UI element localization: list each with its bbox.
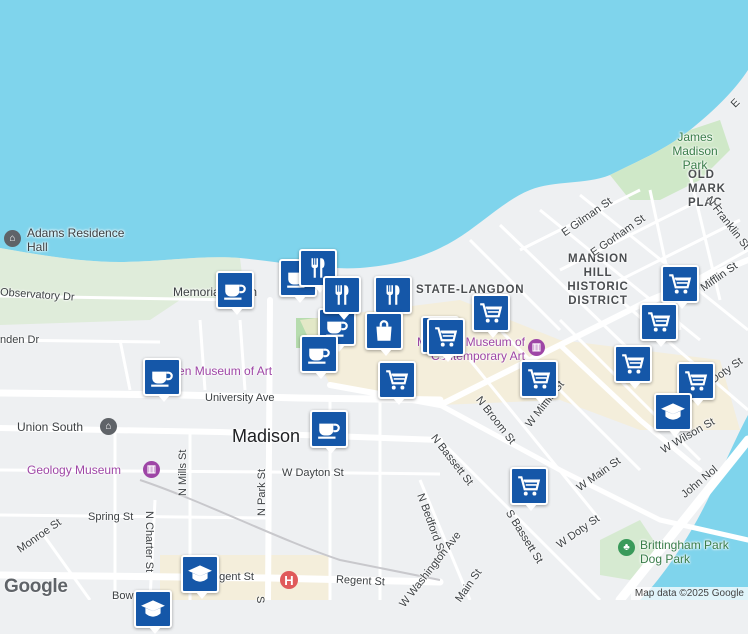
grocery-cart-marker[interactable]: [520, 360, 558, 404]
road-label-n-charter: N Charter St: [143, 511, 155, 573]
road-label-bowen: Bow: [112, 590, 134, 602]
cafe-marker[interactable]: [300, 335, 338, 379]
map-attribution[interactable]: Map data ©2025 Google: [630, 587, 748, 600]
school-marker[interactable]: [181, 555, 219, 599]
cafe-marker[interactable]: [143, 358, 181, 402]
grocery-cart-icon: [667, 271, 693, 297]
road-label-n-park: N Park St: [256, 468, 268, 516]
cafe-icon: [316, 416, 342, 442]
restaurant-marker[interactable]: [374, 276, 412, 320]
grocery-cart-icon: [646, 309, 672, 335]
road-label-regent: Regent St: [335, 573, 386, 589]
restaurant-icon: [329, 282, 355, 308]
road-label-university: University Ave: [205, 392, 275, 404]
school-marker[interactable]: [654, 393, 692, 437]
grocery-cart-marker[interactable]: [640, 303, 678, 347]
cafe-marker[interactable]: [216, 271, 254, 315]
shopping-bag-icon: [371, 318, 397, 344]
brittingham-park-label: Brittingham Park Dog Park: [640, 538, 729, 566]
grocery-cart-icon: [384, 367, 410, 393]
grocery-cart-marker[interactable]: [427, 318, 465, 362]
grocery-cart-marker[interactable]: [661, 265, 699, 309]
road-label-dayton: W Dayton St: [282, 467, 344, 479]
school-icon: [660, 399, 686, 425]
google-logo: Google: [4, 576, 68, 597]
union-south-label: Union South: [17, 420, 84, 434]
road-label-n-mills: N Mills St: [177, 449, 189, 496]
grocery-cart-icon: [620, 351, 646, 377]
road-label-regent-west: egent St: [213, 571, 254, 583]
road-label-spring: Spring St: [88, 511, 134, 523]
grocery-cart-marker[interactable]: [472, 294, 510, 338]
james-madison-park-label: James Madison Park: [672, 130, 718, 172]
geology-museum-label: Geology Museum: [27, 463, 122, 477]
adams-hall-label: Adams Residence Hall: [27, 226, 125, 254]
shopping-bag-marker[interactable]: [365, 312, 403, 356]
grocery-cart-icon: [526, 366, 552, 392]
museum-icon: ▥: [528, 339, 545, 356]
cafe-icon: [222, 277, 248, 303]
grocery-cart-icon: [516, 473, 542, 499]
restaurant-icon: [380, 282, 406, 308]
university-building-icon: ⌂: [100, 418, 117, 435]
museum-icon: ▥: [143, 461, 160, 478]
city-label-madison: Madison: [232, 426, 301, 446]
cafe-marker[interactable]: [310, 410, 348, 454]
park-icon: ♣: [618, 539, 635, 556]
school-marker[interactable]: [134, 590, 172, 634]
grocery-cart-marker[interactable]: [510, 467, 548, 511]
school-icon: [187, 561, 213, 587]
road-label-linden: nden Dr: [0, 334, 40, 346]
grocery-cart-icon: [433, 324, 459, 350]
university-building-icon: ⌂: [4, 230, 21, 247]
restaurant-marker[interactable]: [323, 276, 361, 320]
grocery-cart-marker[interactable]: [614, 345, 652, 389]
cafe-icon: [306, 341, 332, 367]
grocery-cart-icon: [683, 368, 709, 394]
grocery-cart-icon: [478, 300, 504, 326]
mansion-hill-label: MANSION HILL HISTORIC DISTRICT: [567, 253, 629, 307]
svg-text:H: H: [284, 573, 293, 588]
cafe-icon: [149, 364, 175, 390]
grocery-cart-marker[interactable]: [378, 361, 416, 405]
